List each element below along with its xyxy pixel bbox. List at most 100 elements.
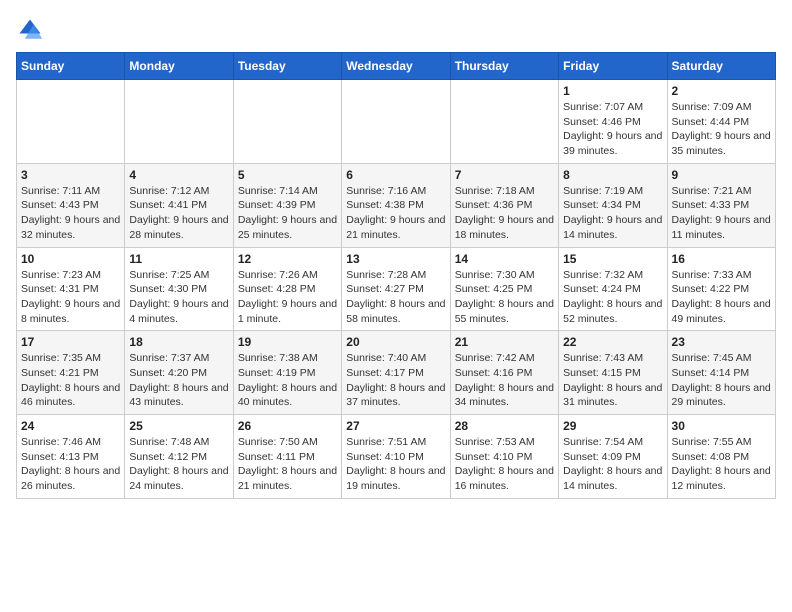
- calendar-cell: 24 Sunrise: 7:46 AMSunset: 4:13 PMDayligh…: [17, 415, 125, 499]
- day-number: 9: [672, 168, 771, 182]
- day-info: Sunrise: 7:25 AMSunset: 4:30 PMDaylight:…: [129, 268, 228, 327]
- day-number: 14: [455, 252, 554, 266]
- day-info: Sunrise: 7:48 AMSunset: 4:12 PMDaylight:…: [129, 435, 228, 494]
- day-info: Sunrise: 7:53 AMSunset: 4:10 PMDaylight:…: [455, 435, 554, 494]
- day-info: Sunrise: 7:26 AMSunset: 4:28 PMDaylight:…: [238, 268, 337, 327]
- calendar-table: SundayMondayTuesdayWednesdayThursdayFrid…: [16, 52, 776, 499]
- day-info: Sunrise: 7:12 AMSunset: 4:41 PMDaylight:…: [129, 184, 228, 243]
- day-info: Sunrise: 7:23 AMSunset: 4:31 PMDaylight:…: [21, 268, 120, 327]
- page-header: [16, 16, 776, 44]
- calendar-cell: 30 Sunrise: 7:55 AMSunset: 4:08 PMDayligh…: [667, 415, 775, 499]
- calendar-cell: 3 Sunrise: 7:11 AMSunset: 4:43 PMDaylight…: [17, 163, 125, 247]
- day-info: Sunrise: 7:33 AMSunset: 4:22 PMDaylight:…: [672, 268, 771, 327]
- day-info: Sunrise: 7:51 AMSunset: 4:10 PMDaylight:…: [346, 435, 445, 494]
- day-info: Sunrise: 7:40 AMSunset: 4:17 PMDaylight:…: [346, 351, 445, 410]
- day-info: Sunrise: 7:09 AMSunset: 4:44 PMDaylight:…: [672, 100, 771, 159]
- day-number: 13: [346, 252, 445, 266]
- calendar-cell: 10 Sunrise: 7:23 AMSunset: 4:31 PMDayligh…: [17, 247, 125, 331]
- day-number: 5: [238, 168, 337, 182]
- calendar-cell: 29 Sunrise: 7:54 AMSunset: 4:09 PMDayligh…: [559, 415, 667, 499]
- calendar-cell: [17, 80, 125, 164]
- day-number: 26: [238, 419, 337, 433]
- day-number: 23: [672, 335, 771, 349]
- day-of-week-header: Tuesday: [233, 53, 341, 80]
- day-info: Sunrise: 7:07 AMSunset: 4:46 PMDaylight:…: [563, 100, 662, 159]
- calendar-cell: 17Sunrise: 7:35 AMSunset: 4:21 PMDayligh…: [17, 331, 125, 415]
- logo: [16, 16, 48, 44]
- day-number: 20: [346, 335, 445, 349]
- day-info: Sunrise: 7:38 AMSunset: 4:19 PMDaylight:…: [238, 351, 337, 410]
- day-number: 18: [129, 335, 228, 349]
- day-of-week-header: Friday: [559, 53, 667, 80]
- calendar-cell: 6 Sunrise: 7:16 AMSunset: 4:38 PMDaylight…: [342, 163, 450, 247]
- calendar-cell: 13 Sunrise: 7:28 AMSunset: 4:27 PMDayligh…: [342, 247, 450, 331]
- calendar-cell: 20 Sunrise: 7:40 AMSunset: 4:17 PMDayligh…: [342, 331, 450, 415]
- day-number: 6: [346, 168, 445, 182]
- day-number: 3: [21, 168, 120, 182]
- day-info: Sunrise: 7:16 AMSunset: 4:38 PMDaylight:…: [346, 184, 445, 243]
- day-info: Sunrise: 7:37 AMSunset: 4:20 PMDaylight:…: [129, 351, 228, 410]
- calendar-cell: 9 Sunrise: 7:21 AMSunset: 4:33 PMDaylight…: [667, 163, 775, 247]
- calendar-cell: 14Sunrise: 7:30 AMSunset: 4:25 PMDayligh…: [450, 247, 558, 331]
- day-number: 19: [238, 335, 337, 349]
- day-number: 28: [455, 419, 554, 433]
- day-info: Sunrise: 7:28 AMSunset: 4:27 PMDaylight:…: [346, 268, 445, 327]
- day-info: Sunrise: 7:19 AMSunset: 4:34 PMDaylight:…: [563, 184, 662, 243]
- day-info: Sunrise: 7:50 AMSunset: 4:11 PMDaylight:…: [238, 435, 337, 494]
- day-number: 15: [563, 252, 662, 266]
- calendar-cell: 4Sunrise: 7:12 AMSunset: 4:41 PMDaylight…: [125, 163, 233, 247]
- day-of-week-header: Wednesday: [342, 53, 450, 80]
- calendar-cell: 22Sunrise: 7:43 AMSunset: 4:15 PMDayligh…: [559, 331, 667, 415]
- day-of-week-header: Saturday: [667, 53, 775, 80]
- day-number: 16: [672, 252, 771, 266]
- day-info: Sunrise: 7:55 AMSunset: 4:08 PMDaylight:…: [672, 435, 771, 494]
- calendar-cell: [342, 80, 450, 164]
- day-number: 25: [129, 419, 228, 433]
- day-number: 29: [563, 419, 662, 433]
- day-number: 10: [21, 252, 120, 266]
- day-number: 2: [672, 84, 771, 98]
- day-number: 27: [346, 419, 445, 433]
- day-info: Sunrise: 7:46 AMSunset: 4:13 PMDaylight:…: [21, 435, 120, 494]
- calendar-cell: 11 Sunrise: 7:25 AMSunset: 4:30 PMDayligh…: [125, 247, 233, 331]
- day-info: Sunrise: 7:32 AMSunset: 4:24 PMDaylight:…: [563, 268, 662, 327]
- calendar-week-row: 24 Sunrise: 7:46 AMSunset: 4:13 PMDayligh…: [17, 415, 776, 499]
- day-number: 24: [21, 419, 120, 433]
- calendar-cell: 12Sunrise: 7:26 AMSunset: 4:28 PMDayligh…: [233, 247, 341, 331]
- calendar-cell: 27 Sunrise: 7:51 AMSunset: 4:10 PMDayligh…: [342, 415, 450, 499]
- day-info: Sunrise: 7:14 AMSunset: 4:39 PMDaylight:…: [238, 184, 337, 243]
- day-of-week-header: Sunday: [17, 53, 125, 80]
- day-info: Sunrise: 7:54 AMSunset: 4:09 PMDaylight:…: [563, 435, 662, 494]
- calendar-cell: 7 Sunrise: 7:18 AMSunset: 4:36 PMDaylight…: [450, 163, 558, 247]
- day-number: 22: [563, 335, 662, 349]
- day-number: 21: [455, 335, 554, 349]
- day-number: 7: [455, 168, 554, 182]
- calendar-cell: 26 Sunrise: 7:50 AMSunset: 4:11 PMDayligh…: [233, 415, 341, 499]
- calendar-cell: [125, 80, 233, 164]
- calendar-header-row: SundayMondayTuesdayWednesdayThursdayFrid…: [17, 53, 776, 80]
- calendar-cell: 25 Sunrise: 7:48 AMSunset: 4:12 PMDayligh…: [125, 415, 233, 499]
- day-number: 11: [129, 252, 228, 266]
- day-of-week-header: Monday: [125, 53, 233, 80]
- calendar-cell: 1 Sunrise: 7:07 AMSunset: 4:46 PMDaylight…: [559, 80, 667, 164]
- calendar-cell: 8 Sunrise: 7:19 AMSunset: 4:34 PMDaylight…: [559, 163, 667, 247]
- calendar-cell: 15 Sunrise: 7:32 AMSunset: 4:24 PMDayligh…: [559, 247, 667, 331]
- day-info: Sunrise: 7:18 AMSunset: 4:36 PMDaylight:…: [455, 184, 554, 243]
- calendar-cell: [233, 80, 341, 164]
- calendar-cell: 19 Sunrise: 7:38 AMSunset: 4:19 PMDayligh…: [233, 331, 341, 415]
- calendar-cell: 16 Sunrise: 7:33 AMSunset: 4:22 PMDayligh…: [667, 247, 775, 331]
- day-number: 17: [21, 335, 120, 349]
- calendar-cell: 21 Sunrise: 7:42 AMSunset: 4:16 PMDayligh…: [450, 331, 558, 415]
- day-info: Sunrise: 7:11 AMSunset: 4:43 PMDaylight:…: [21, 184, 120, 243]
- day-info: Sunrise: 7:21 AMSunset: 4:33 PMDaylight:…: [672, 184, 771, 243]
- calendar-cell: 2 Sunrise: 7:09 AMSunset: 4:44 PMDaylight…: [667, 80, 775, 164]
- day-info: Sunrise: 7:42 AMSunset: 4:16 PMDaylight:…: [455, 351, 554, 410]
- day-info: Sunrise: 7:45 AMSunset: 4:14 PMDaylight:…: [672, 351, 771, 410]
- calendar-cell: 23 Sunrise: 7:45 AMSunset: 4:14 PMDayligh…: [667, 331, 775, 415]
- day-of-week-header: Thursday: [450, 53, 558, 80]
- day-number: 8: [563, 168, 662, 182]
- day-number: 30: [672, 419, 771, 433]
- calendar-week-row: 17Sunrise: 7:35 AMSunset: 4:21 PMDayligh…: [17, 331, 776, 415]
- day-number: 1: [563, 84, 662, 98]
- calendar-week-row: 1 Sunrise: 7:07 AMSunset: 4:46 PMDaylight…: [17, 80, 776, 164]
